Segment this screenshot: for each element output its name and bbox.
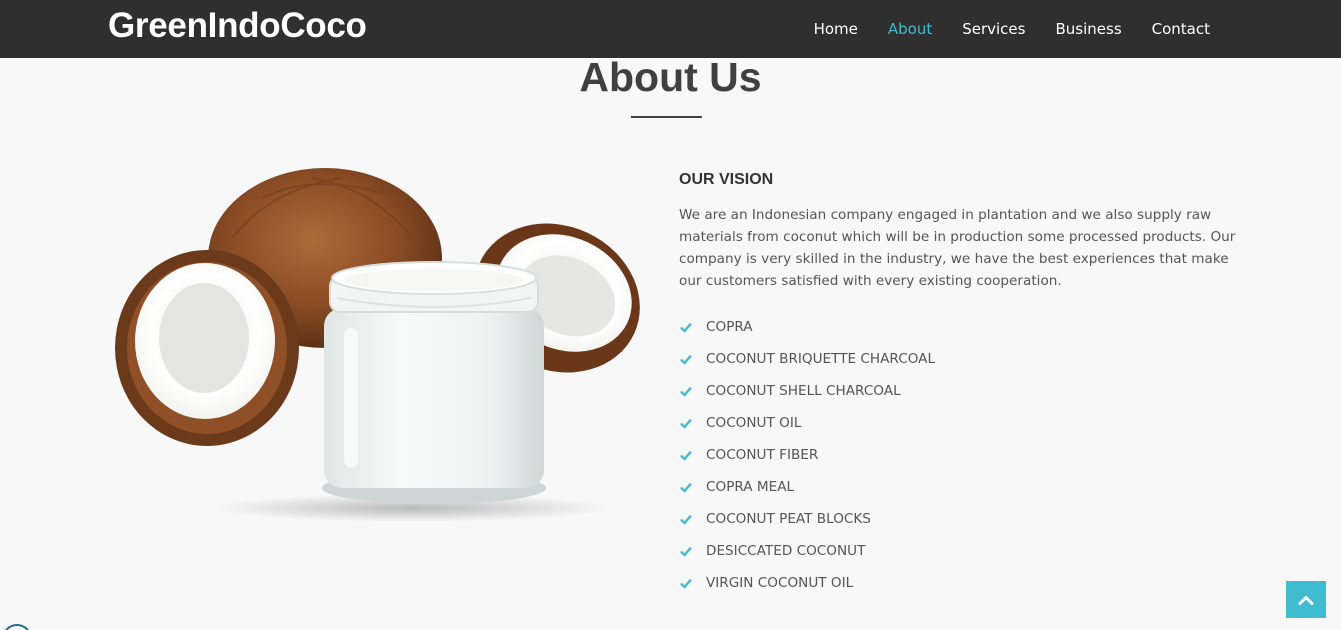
nav-link-about[interactable]: About <box>888 20 932 38</box>
check-icon <box>680 482 692 493</box>
product-label: COCONUT PEAT BLOCKS <box>706 511 871 527</box>
list-item: COCONUT PEAT BLOCKS <box>679 503 935 535</box>
product-label: COCONUT FIBER <box>706 447 819 463</box>
list-item: COPRA MEAL <box>679 471 935 503</box>
nav-link-home[interactable]: Home <box>814 20 858 38</box>
chevron-up-icon <box>1298 595 1314 605</box>
section-title: About Us <box>579 54 762 100</box>
list-item: DESICCATED COCONUT <box>679 535 935 567</box>
product-label: COPRA <box>706 319 753 335</box>
check-icon <box>680 354 692 365</box>
product-label: COPRA MEAL <box>706 479 795 495</box>
check-icon <box>680 450 692 461</box>
main-nav: Home About Services Business Contact <box>784 0 1210 58</box>
product-label: VIRGIN COCONUT OIL <box>706 575 854 591</box>
vision-paragraph: We are an Indonesian company engaged in … <box>679 207 1236 289</box>
product-list: COPRA COCONUT BRIQUETTE CHARCOAL COCONUT… <box>679 311 935 599</box>
chat-badge-icon[interactable] <box>2 624 32 630</box>
product-label: DESICCATED COCONUT <box>706 543 866 559</box>
check-icon <box>680 386 692 397</box>
nav-link-business[interactable]: Business <box>1055 20 1121 38</box>
list-item: COCONUT BRIQUETTE CHARCOAL <box>679 343 935 375</box>
product-label: COCONUT SHELL CHARCOAL <box>706 383 901 399</box>
list-item: VIRGIN COCONUT OIL <box>679 567 935 599</box>
product-label: COCONUT BRIQUETTE CHARCOAL <box>706 351 936 367</box>
list-item: COCONUT OIL <box>679 407 935 439</box>
product-label: COCONUT OIL <box>706 415 802 431</box>
list-item: COPRA <box>679 311 935 343</box>
brand-logo[interactable]: GreenIndoCoco <box>108 6 367 46</box>
vision-heading: OUR VISION <box>679 171 774 188</box>
nav-link-services[interactable]: Services <box>962 20 1025 38</box>
title-divider <box>631 116 702 118</box>
check-icon <box>680 578 692 589</box>
check-icon <box>680 418 692 429</box>
check-icon <box>680 514 692 525</box>
list-item: COCONUT FIBER <box>679 439 935 471</box>
check-icon <box>680 322 692 333</box>
list-item: COCONUT SHELL CHARCOAL <box>679 375 935 407</box>
coconut-product-image <box>115 168 640 522</box>
check-icon <box>680 546 692 557</box>
back-to-top-button[interactable] <box>1286 581 1326 618</box>
nav-link-contact[interactable]: Contact <box>1152 20 1210 38</box>
navbar: GreenIndoCoco Home About Services Busine… <box>0 0 1341 58</box>
